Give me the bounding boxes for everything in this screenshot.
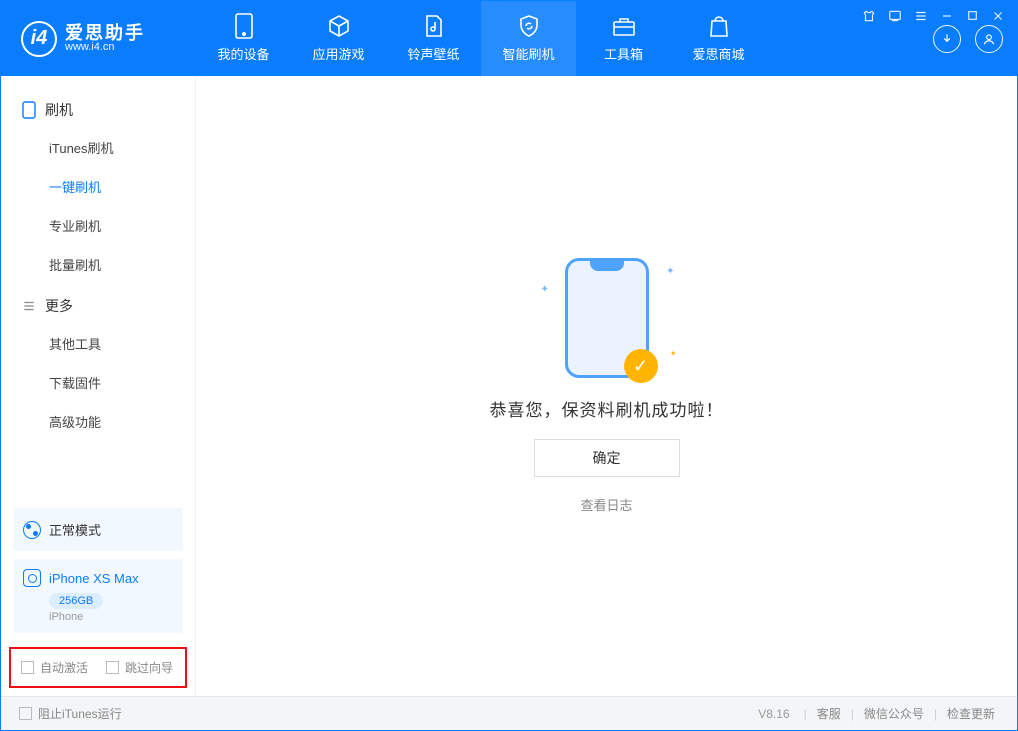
- auto-activate-checkbox[interactable]: 自动激活: [21, 659, 88, 676]
- menu-icon[interactable]: [914, 9, 928, 23]
- tab-label: 爱思商城: [692, 44, 744, 63]
- account-button[interactable]: [975, 25, 1003, 53]
- device-name: iPhone XS Max: [49, 571, 139, 586]
- sparkle-icon: ✦: [670, 349, 677, 358]
- checkbox-icon: [106, 661, 119, 674]
- feedback-icon[interactable]: [888, 9, 902, 23]
- check-badge-icon: ✓: [624, 349, 658, 383]
- block-itunes-checkbox[interactable]: 阻止iTunes运行: [19, 705, 122, 722]
- tab-label: 工具箱: [604, 44, 643, 63]
- content: ✦ ✦ ✦ ✓ 恭喜您，保资料刷机成功啦！ 确定 查看日志: [196, 76, 1017, 696]
- section-flash: 刷机: [1, 88, 195, 128]
- toolbox-icon: [612, 14, 636, 38]
- ok-button[interactable]: 确定: [534, 439, 680, 477]
- tab-label: 智能刷机: [502, 44, 554, 63]
- minimize-icon[interactable]: [940, 9, 954, 23]
- header-tabs: 我的设备 应用游戏 铃声壁纸 智能刷机 工具箱 爱思商城: [196, 1, 766, 76]
- phone-outline-icon: [21, 102, 37, 118]
- bag-icon: [707, 14, 731, 38]
- device-icon: [232, 14, 256, 38]
- tab-store[interactable]: 爱思商城: [671, 1, 766, 76]
- mode-card[interactable]: 正常模式: [13, 508, 183, 551]
- sparkle-icon: ✦: [666, 266, 674, 277]
- sidebar-item-itunes-flash[interactable]: iTunes刷机: [1, 128, 195, 167]
- phone-icon: ✓: [565, 258, 649, 378]
- success-message: 恭喜您，保资料刷机成功啦！: [490, 396, 724, 421]
- cube-icon: [327, 14, 351, 38]
- sidebar: 刷机 iTunes刷机 一键刷机 专业刷机 批量刷机 更多 其他工具 下载固件 …: [1, 76, 196, 696]
- shield-sync-icon: [517, 14, 541, 38]
- tab-smart-flash[interactable]: 智能刷机: [481, 1, 576, 76]
- logo[interactable]: i4 爱思助手 www.i4.cn: [1, 21, 196, 57]
- skin-icon[interactable]: [862, 9, 876, 23]
- tab-label: 铃声壁纸: [407, 44, 459, 63]
- logo-icon: i4: [21, 21, 57, 57]
- options-row: 自动激活 跳过向导: [9, 647, 187, 688]
- sidebar-item-download-firmware[interactable]: 下载固件: [1, 363, 195, 402]
- device-card[interactable]: iPhone XS Max 256GB iPhone: [13, 559, 183, 633]
- sidebar-item-oneclick-flash[interactable]: 一键刷机: [1, 167, 195, 206]
- footer-link-support[interactable]: 客服: [813, 705, 845, 722]
- device-type: iPhone: [49, 611, 173, 623]
- sidebar-item-advanced[interactable]: 高级功能: [1, 402, 195, 441]
- window-controls: [862, 9, 1005, 23]
- download-button[interactable]: [933, 25, 961, 53]
- view-log-link[interactable]: 查看日志: [580, 495, 632, 514]
- checkbox-icon: [21, 661, 34, 674]
- sidebar-item-pro-flash[interactable]: 专业刷机: [1, 206, 195, 245]
- checkbox-icon: [19, 707, 32, 720]
- sparkle-icon: ✦: [541, 284, 549, 295]
- mode-icon: [23, 521, 41, 539]
- version-label: V8.16: [758, 707, 789, 721]
- device-icon: [23, 569, 41, 587]
- footer-link-update[interactable]: 检查更新: [943, 705, 999, 722]
- device-storage: 256GB: [49, 593, 103, 609]
- tab-label: 应用游戏: [312, 44, 364, 63]
- app-url: www.i4.cn: [65, 42, 145, 53]
- skip-guide-checkbox[interactable]: 跳过向导: [106, 659, 173, 676]
- list-icon: [21, 298, 37, 314]
- tab-my-device[interactable]: 我的设备: [196, 1, 291, 76]
- mode-label: 正常模式: [49, 520, 101, 539]
- maximize-icon[interactable]: [966, 9, 979, 23]
- header-right: [933, 25, 1017, 53]
- sidebar-item-batch-flash[interactable]: 批量刷机: [1, 245, 195, 284]
- tab-label: 我的设备: [217, 44, 269, 63]
- tab-apps-games[interactable]: 应用游戏: [291, 1, 386, 76]
- footer-link-wechat[interactable]: 微信公众号: [860, 705, 928, 722]
- section-more: 更多: [1, 284, 195, 324]
- tab-ringtone-wallpaper[interactable]: 铃声壁纸: [386, 1, 481, 76]
- sidebar-item-other-tools[interactable]: 其他工具: [1, 324, 195, 363]
- success-illustration: ✦ ✦ ✦ ✓: [565, 258, 649, 378]
- footer: 阻止iTunes运行 V8.16 | 客服 | 微信公众号 | 检查更新: [1, 696, 1017, 730]
- app-name: 爱思助手: [65, 24, 145, 42]
- app-window: i4 爱思助手 www.i4.cn 我的设备 应用游戏 铃声壁纸 智能刷机: [0, 0, 1018, 731]
- main: 刷机 iTunes刷机 一键刷机 专业刷机 批量刷机 更多 其他工具 下载固件 …: [1, 76, 1017, 696]
- music-file-icon: [422, 14, 446, 38]
- tab-toolbox[interactable]: 工具箱: [576, 1, 671, 76]
- close-icon[interactable]: [991, 9, 1005, 23]
